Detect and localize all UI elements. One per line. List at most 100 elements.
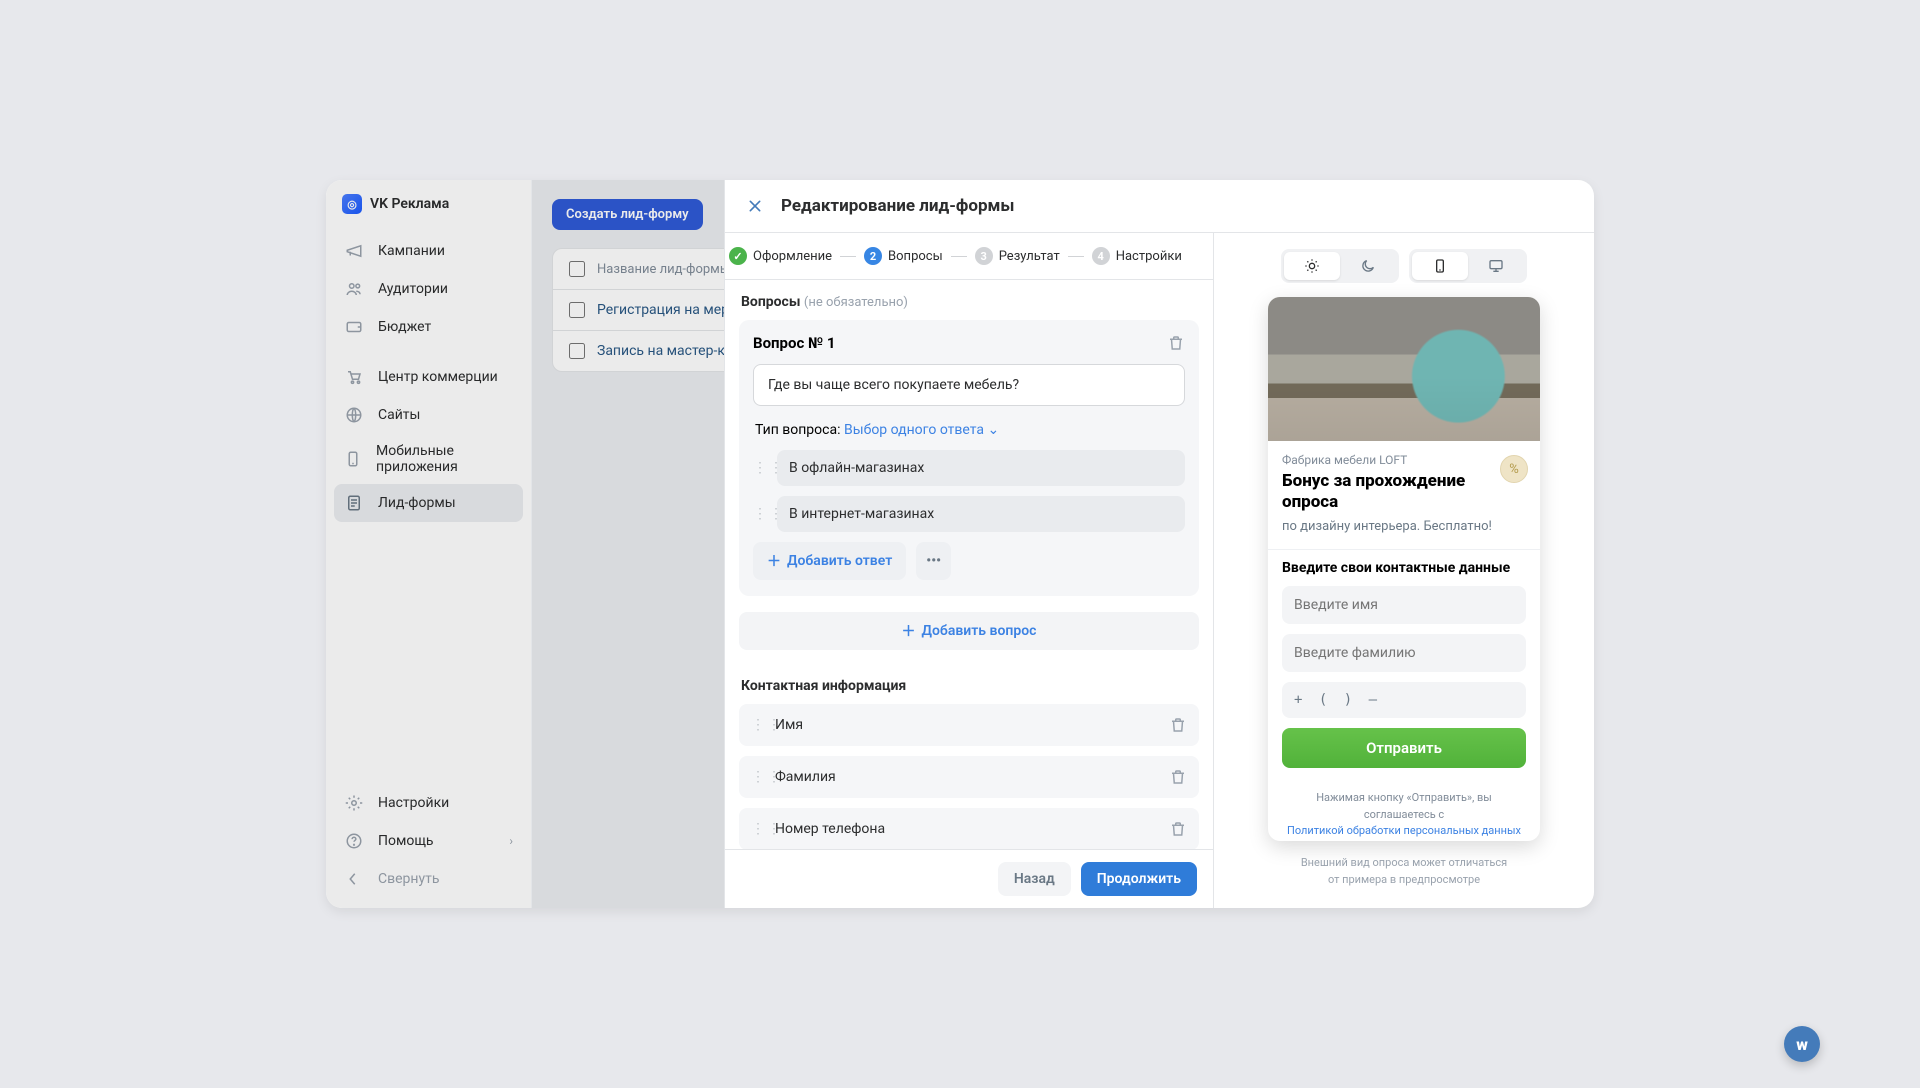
device-toggle (1409, 249, 1527, 283)
more-options-button[interactable]: ••• (916, 542, 951, 580)
add-answer-button[interactable]: ＋Добавить ответ (753, 542, 906, 580)
step-label: Результат (999, 249, 1060, 264)
drag-handle-icon[interactable]: ⋮⋮ (751, 769, 765, 785)
preview-name-input[interactable] (1282, 586, 1526, 624)
preview-card: Фабрика мебели LOFT Бонус за прохождение… (1268, 297, 1540, 841)
step-number: 3 (975, 247, 993, 265)
contact-field-row: ⋮⋮ Номер телефона (739, 808, 1199, 849)
vk-fab-button[interactable]: w (1784, 1026, 1820, 1062)
mobile-preview-toggle[interactable] (1412, 252, 1468, 280)
preview-consent: Нажимая кнопку «Отправить», вы соглашает… (1268, 782, 1540, 841)
sidebar-item-label: Настройки (378, 795, 449, 811)
drag-handle-icon[interactable]: ⋮⋮ (751, 821, 765, 837)
wallet-icon (344, 317, 364, 337)
drag-handle-icon[interactable]: ⋮⋮ (751, 717, 765, 733)
theme-toggle (1281, 249, 1399, 283)
sidebar-item-lead-forms[interactable]: Лид-формы (334, 484, 523, 522)
sidebar-item-audiences[interactable]: Аудитории (334, 270, 523, 308)
preview-section-title: Введите свои контактные данные (1282, 560, 1526, 576)
sidebar-item-label: Кампании (378, 243, 445, 259)
globe-icon (344, 405, 364, 425)
preview-badge-icon: % (1500, 455, 1528, 483)
header-label: Название лид-формы (597, 262, 730, 277)
sidebar-item-label: Лид-формы (378, 495, 456, 511)
contact-field-label: Номер телефона (775, 821, 1159, 837)
delete-question-icon[interactable] (1167, 334, 1185, 352)
sidebar-item-settings[interactable]: Настройки (334, 784, 523, 822)
step-result[interactable]: 3 Результат (975, 247, 1060, 265)
contact-field-label: Фамилия (775, 769, 1159, 785)
drag-handle-icon[interactable]: ⋮⋮ (753, 506, 767, 522)
delete-contact-icon[interactable] (1169, 820, 1187, 838)
plus-icon: ＋ (902, 621, 916, 641)
preview-subtitle: по дизайну интерьера. Бесплатно! (1282, 518, 1526, 536)
step-separator (840, 256, 856, 257)
plus-icon: ＋ (767, 551, 781, 571)
question-type: Тип вопроса: Выбор одного ответа ⌄ (755, 422, 1183, 438)
back-button[interactable]: Назад (998, 862, 1071, 896)
row-checkbox[interactable] (569, 343, 585, 359)
step-settings[interactable]: 4 Настройки (1092, 247, 1182, 265)
continue-button[interactable]: Продолжить (1081, 862, 1197, 896)
delete-contact-icon[interactable] (1169, 768, 1187, 786)
sidebar-item-label: Бюджет (378, 319, 431, 335)
close-icon[interactable] (745, 196, 765, 216)
desktop-preview-toggle[interactable] (1468, 252, 1524, 280)
light-theme-toggle[interactable] (1284, 252, 1340, 280)
sidebar-item-label: Аудитории (378, 281, 448, 297)
preview-submit-button[interactable]: Отправить (1282, 728, 1526, 768)
sidebar-item-label: Мобильные приложения (376, 443, 513, 475)
preview-title: Бонус за прохождение опроса (1282, 471, 1526, 514)
step-design[interactable]: ✓Оформление (729, 247, 832, 265)
step-label: Вопросы (888, 249, 943, 264)
megaphone-icon (344, 241, 364, 261)
sidebar-item-collapse[interactable]: Свернуть (334, 860, 523, 898)
answer-input[interactable] (777, 496, 1185, 532)
contact-field-label: Имя (775, 717, 1159, 733)
preview-brand: Фабрика мебели LOFT (1282, 453, 1526, 467)
question-text-input[interactable] (753, 364, 1185, 406)
brand-title: VK Реклама (370, 196, 449, 212)
question-title: Вопрос № 1 (753, 334, 836, 352)
sidebar-item-label: Центр коммерции (378, 369, 498, 385)
brand-logo-icon: ◎ (342, 194, 362, 214)
check-icon: ✓ (729, 247, 747, 265)
step-label: Настройки (1116, 249, 1182, 264)
drag-handle-icon[interactable]: ⋮⋮ (753, 460, 767, 476)
sidebar-item-commerce[interactable]: Центр коммерции (334, 358, 523, 396)
vk-logo-icon: w (1796, 1035, 1808, 1054)
sidebar-item-campaigns[interactable]: Кампании (334, 232, 523, 270)
users-icon (344, 279, 364, 299)
preview-surname-input[interactable] (1282, 634, 1526, 672)
help-icon (344, 831, 364, 851)
answer-input[interactable] (777, 450, 1185, 486)
sidebar-item-budget[interactable]: Бюджет (334, 308, 523, 346)
cart-icon (344, 367, 364, 387)
brand: ◎ VK Реклама (326, 180, 531, 228)
add-question-button[interactable]: ＋Добавить вопрос (739, 612, 1199, 650)
step-separator (1068, 256, 1084, 257)
row-checkbox[interactable] (569, 302, 585, 318)
chevron-right-icon: › (509, 834, 513, 848)
dark-theme-toggle[interactable] (1340, 252, 1396, 280)
create-lead-form-button[interactable]: Создать лид-форму (552, 199, 703, 230)
preview-policy-link[interactable]: Политикой обработки персональных данных (1282, 823, 1526, 840)
chevron-down-icon: ⌄ (987, 422, 999, 438)
question-type-select[interactable]: Выбор одного ответа ⌄ (844, 422, 999, 438)
section-questions-title: Вопросы (не обязательно) (741, 294, 1199, 310)
phone-icon (344, 449, 362, 469)
gear-icon (344, 793, 364, 813)
step-separator (951, 256, 967, 257)
preview-phone-input[interactable]: + ( ) – (1282, 682, 1526, 718)
preview-hero-image (1268, 297, 1540, 441)
sidebar-item-mobile-apps[interactable]: Мобильные приложения (334, 434, 523, 484)
select-all-checkbox[interactable] (569, 261, 585, 277)
delete-contact-icon[interactable] (1169, 716, 1187, 734)
step-number: 4 (1092, 247, 1110, 265)
preview-note: Внешний вид опроса может отличаться от п… (1294, 855, 1514, 888)
sidebar-item-sites[interactable]: Сайты (334, 396, 523, 434)
dots-icon: ••• (926, 553, 941, 569)
contact-field-row: ⋮⋮ Имя (739, 704, 1199, 746)
step-questions[interactable]: 2Вопросы (864, 247, 943, 265)
sidebar-item-help[interactable]: Помощь› (334, 822, 523, 860)
